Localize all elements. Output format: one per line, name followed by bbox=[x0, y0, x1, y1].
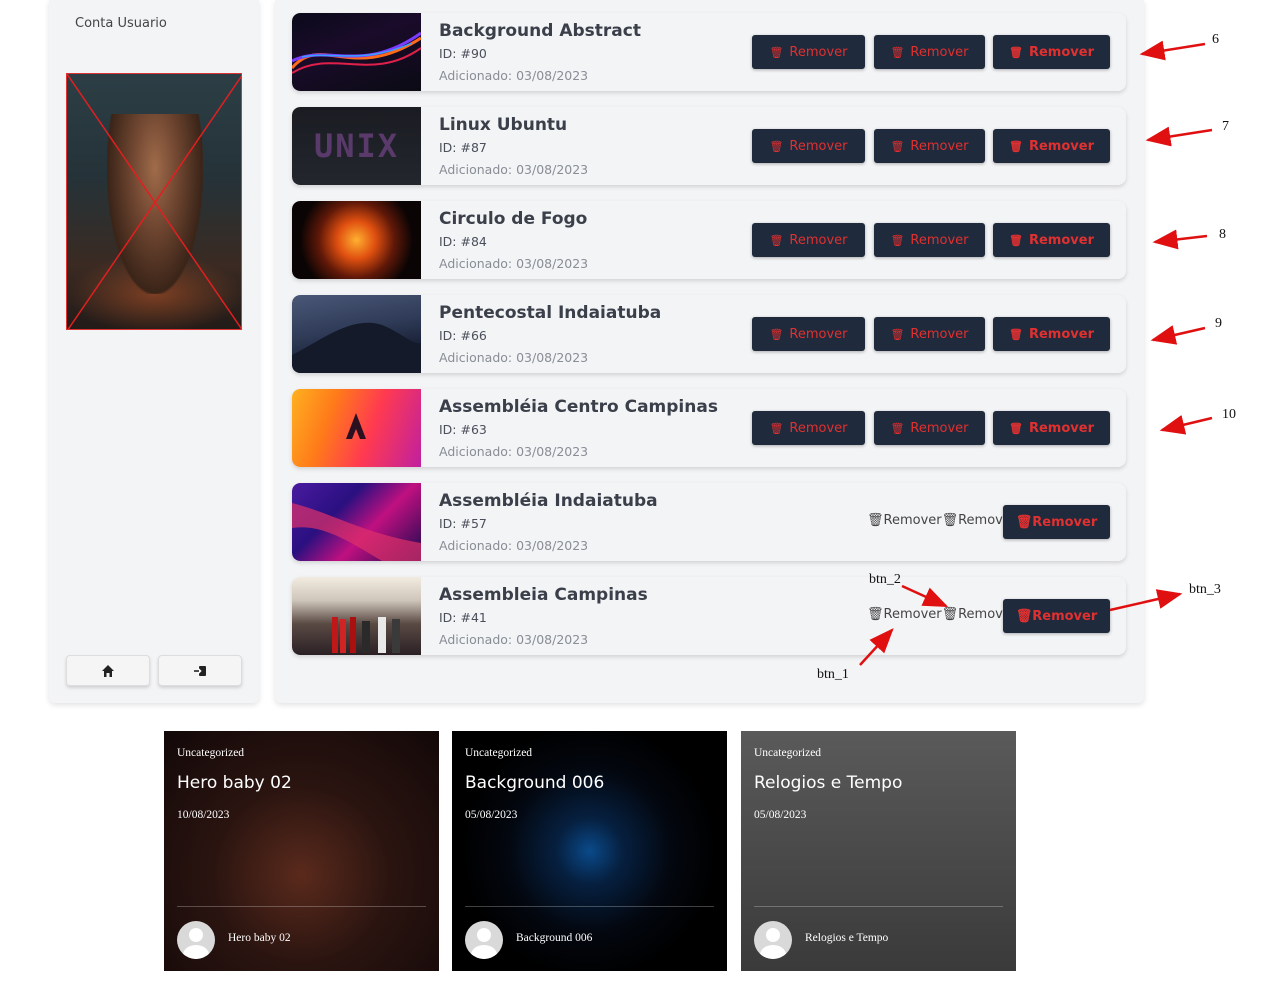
card-title: Relogios e Tempo bbox=[754, 773, 903, 793]
card-category: Uncategorized bbox=[177, 747, 245, 759]
avatar bbox=[177, 921, 215, 959]
card-divider bbox=[754, 906, 1003, 907]
card-title: Hero baby 02 bbox=[177, 773, 292, 793]
card-date: 10/08/2023 bbox=[177, 809, 230, 821]
card-divider bbox=[177, 906, 426, 907]
annotation-number: 8 bbox=[1219, 227, 1226, 242]
card-category: Uncategorized bbox=[465, 747, 533, 759]
avatar bbox=[465, 921, 503, 959]
annotation-number: 9 bbox=[1215, 316, 1222, 331]
annotation-label: btn_2 bbox=[869, 572, 901, 587]
card-author: Background 006 bbox=[516, 932, 593, 944]
post-card[interactable]: Uncategorized Hero baby 02 10/08/2023 He… bbox=[164, 731, 439, 971]
post-card[interactable]: Uncategorized Background 006 05/08/2023 … bbox=[452, 731, 727, 971]
avatar bbox=[754, 921, 792, 959]
card-divider bbox=[465, 906, 714, 907]
card-category: Uncategorized bbox=[754, 747, 822, 759]
annotation-label: btn_1 bbox=[817, 667, 849, 682]
post-card[interactable]: Uncategorized Relogios e Tempo 05/08/202… bbox=[741, 731, 1016, 971]
card-date: 05/08/2023 bbox=[754, 809, 807, 821]
annotation-label: btn_3 bbox=[1189, 582, 1221, 597]
annotation-number: 7 bbox=[1222, 119, 1229, 134]
annotation-number: 10 bbox=[1222, 407, 1236, 422]
annotation-number: 6 bbox=[1212, 32, 1219, 47]
card-author: Relogios e Tempo bbox=[805, 932, 889, 944]
card-date: 05/08/2023 bbox=[465, 809, 518, 821]
card-title: Background 006 bbox=[465, 773, 605, 793]
card-author: Hero baby 02 bbox=[228, 932, 291, 944]
